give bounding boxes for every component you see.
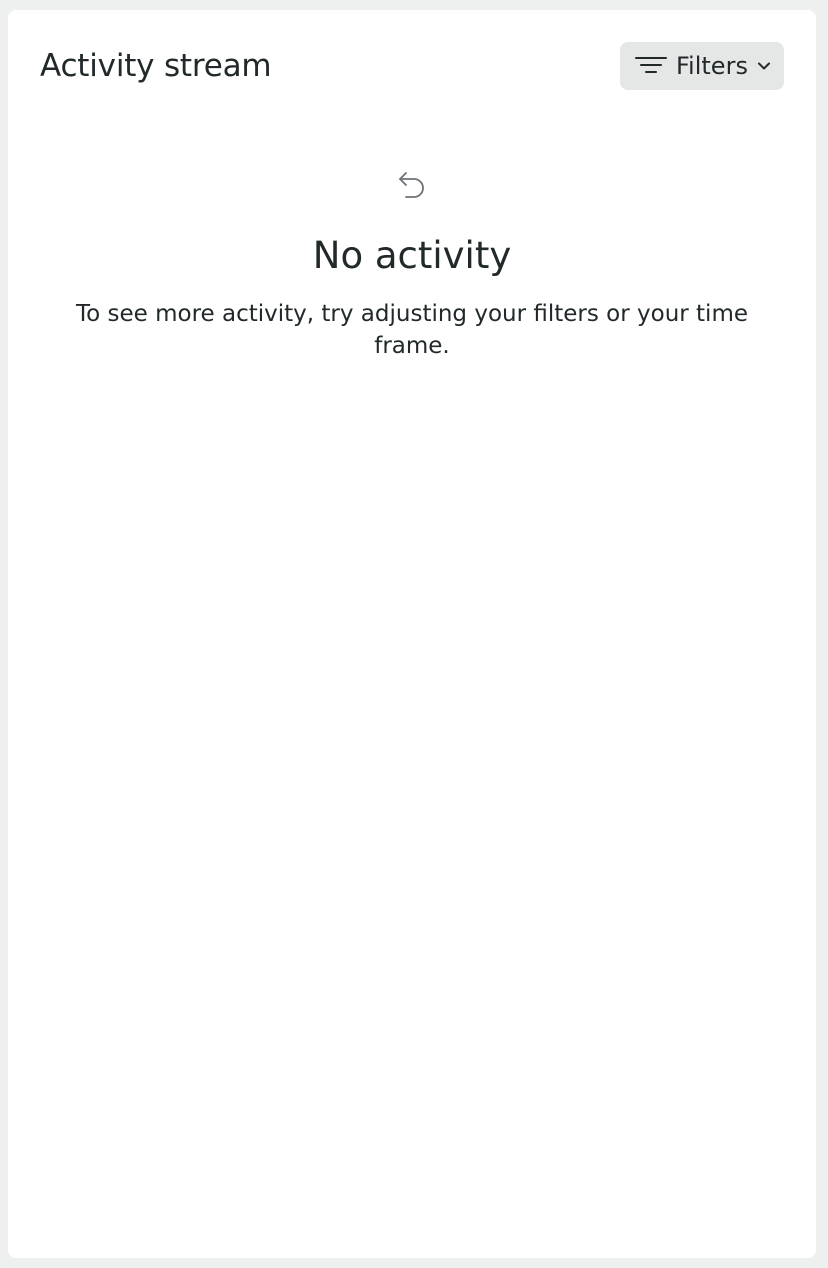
filter-lines-icon (635, 54, 667, 78)
empty-state: No activity To see more activity, try ad… (8, 170, 816, 362)
chevron-down-icon (756, 58, 772, 74)
empty-state-title: No activity (312, 234, 512, 277)
panel-header: Activity stream Filters (40, 42, 784, 90)
undo-arrow-icon (397, 170, 427, 204)
page-title: Activity stream (40, 48, 272, 84)
filters-button-label: Filters (676, 52, 748, 80)
empty-state-message: To see more activity, try adjusting your… (76, 301, 748, 359)
activity-stream-panel: Activity stream Filters No activity To s… (8, 10, 816, 1258)
filters-button[interactable]: Filters (620, 42, 784, 90)
